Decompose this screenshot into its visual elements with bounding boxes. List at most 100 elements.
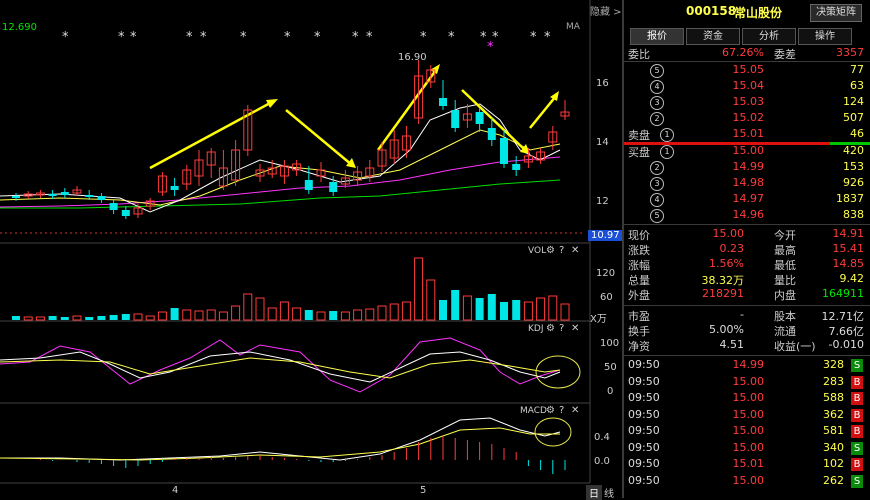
tick-side-badge: S [851, 359, 863, 372]
stat-label: 总量 [628, 274, 650, 287]
gear-icon[interactable]: ⚙ [546, 245, 555, 256]
tab-analysis[interactable]: 分析 [742, 28, 796, 45]
buy-order-row[interactable]: 4 14.97 1837 [624, 192, 870, 208]
volume-bar [231, 305, 241, 321]
stat-value: 38.32万 [701, 274, 745, 287]
level-icon: 2 [650, 112, 664, 126]
macd-dif-line [0, 417, 561, 461]
signal-star: * [366, 30, 373, 45]
close-icon[interactable]: ✕ [571, 245, 579, 256]
tick-volume: 283 [823, 374, 844, 388]
stat-label: 现价 [628, 229, 650, 242]
sell-order-row[interactable]: 3 15.03 124 [624, 95, 870, 111]
volume-bar [426, 279, 436, 321]
candle-body [170, 186, 179, 190]
volume-bar [365, 308, 375, 321]
volume-bar [267, 307, 277, 321]
order-volume: 124 [843, 95, 864, 108]
order-price: 15.00 [732, 144, 765, 157]
stat-value: 0.23 [719, 242, 745, 255]
sell-order-row[interactable]: 5 15.05 77 [624, 63, 870, 79]
x-axis-label: 4 [172, 485, 179, 496]
level-icon: 4 [650, 80, 664, 94]
tab-quote[interactable]: 报价 [630, 28, 684, 45]
price-axis-label: 12 [596, 196, 609, 207]
level-icon: 4 [650, 193, 664, 207]
stat-label: 内盘 [774, 289, 796, 302]
help-icon[interactable]: ? [559, 323, 564, 334]
tick-volume: 581 [823, 424, 844, 437]
volume-bar [475, 298, 484, 320]
buy-order-row[interactable]: 2 14.99 153 [624, 160, 870, 176]
kdj-axis-label: 0 [607, 386, 614, 397]
stat-label: 涨跌 [628, 244, 650, 257]
buy-order-row[interactable]: 买盘 1 15.00 420 [624, 144, 870, 160]
ma-label[interactable]: MA [566, 22, 580, 32]
close-icon[interactable]: ✕ [571, 405, 579, 416]
stat-value: 14.91 [832, 227, 865, 240]
gear-icon[interactable]: ⚙ [546, 323, 555, 334]
candle-body [85, 195, 94, 197]
gear-icon[interactable]: ⚙ [546, 405, 555, 416]
macd-panel-title: MACD [520, 406, 547, 416]
order-price: 14.97 [732, 192, 765, 205]
level-icon: 5 [650, 209, 664, 223]
stat-value: 5.00% [709, 323, 744, 336]
buy-order-row[interactable]: 5 14.96 838 [624, 208, 870, 224]
volume-bar [512, 300, 521, 320]
tab-operation[interactable]: 操作 [798, 28, 852, 45]
order-volume: 77 [850, 63, 864, 76]
order-price: 15.01 [732, 127, 765, 140]
stat-label: 市盈 [628, 310, 650, 323]
stock-name: 常山股份 [734, 6, 783, 20]
candle-body [48, 194, 57, 196]
sell-order-row[interactable]: 2 15.02 507 [624, 111, 870, 127]
order-price: 15.03 [732, 95, 765, 108]
volume-bar [389, 303, 399, 321]
candle-body [109, 203, 118, 210]
signal-star: * [480, 30, 487, 45]
volume-bar [157, 311, 167, 321]
stat-value: -0.010 [828, 338, 864, 351]
kline-chart-area[interactable]: 12.690 隐藏 >> MA 16.90 10.97 16 14 12 VOL… [0, 0, 630, 500]
stat-row: 总量 38.32万 量比 9.42 [624, 272, 870, 288]
stat-label: 量比 [774, 274, 796, 287]
stat-value: 14.85 [832, 257, 865, 270]
level-icon: 3 [650, 96, 664, 110]
tick-volume: 362 [823, 407, 844, 421]
stat-value: - [740, 308, 744, 321]
tick-row: 09:50 15.00 262 S [624, 474, 870, 490]
signal-star: * [62, 30, 69, 45]
decision-matrix-button[interactable]: 决策矩阵 [810, 4, 862, 22]
order-volume: 46 [850, 127, 864, 140]
volume-bar [439, 300, 447, 320]
candle-body [439, 98, 447, 106]
order-price: 15.04 [732, 79, 765, 92]
level-icon: 5 [650, 64, 664, 78]
stat-label: 流通 [774, 325, 796, 338]
volume-bar [121, 314, 130, 320]
order-price: 14.96 [732, 208, 765, 221]
tick-price: 15.00 [732, 391, 765, 404]
signal-star: * [118, 30, 125, 45]
ma60-line [0, 179, 561, 209]
stat-label: 涨幅 [628, 259, 650, 272]
help-icon[interactable]: ? [559, 245, 564, 256]
order-price: 14.99 [732, 160, 765, 173]
help-icon[interactable]: ? [559, 405, 564, 416]
signal-star: * [448, 30, 455, 45]
candle-body [12, 196, 20, 198]
stat-row: 涨跌 0.23 最高 15.41 [624, 242, 870, 258]
close-icon[interactable]: ✕ [571, 323, 579, 334]
stat-label: 最低 [774, 259, 796, 272]
wei-bi-row: 委比 67.26% 委差 3357 [628, 46, 864, 61]
volume-bar [548, 295, 558, 321]
tick-time: 09:50 [628, 457, 660, 470]
kdj-j-line [0, 337, 561, 393]
tab-funds[interactable]: 资金 [686, 28, 740, 45]
sell-order-row[interactable]: 4 15.04 63 [624, 79, 870, 95]
sell-order-row[interactable]: 卖盘 1 15.01 46 [624, 127, 870, 143]
buy-order-row[interactable]: 3 14.98 926 [624, 176, 870, 192]
candle-body [97, 196, 106, 200]
tick-time: 09:50 [628, 424, 660, 437]
